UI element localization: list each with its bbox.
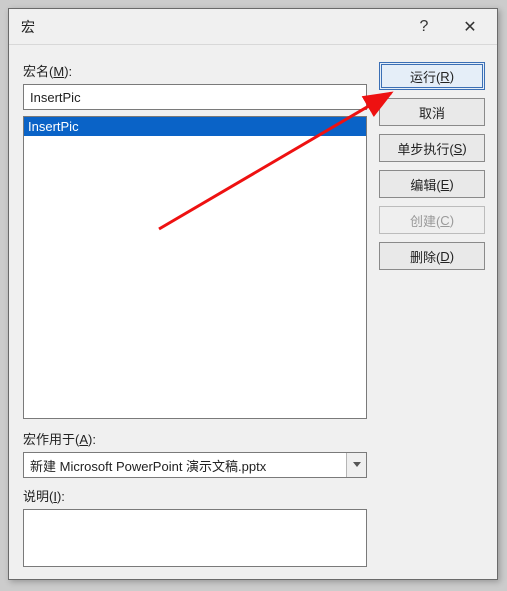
left-panel: 宏名(M): InsertPic 宏作用于(A): 新建 Microsoft P… xyxy=(23,61,367,567)
delete-button[interactable]: 删除(D) xyxy=(379,242,485,270)
description-box[interactable] xyxy=(23,509,367,567)
combo-dropdown-button[interactable] xyxy=(346,453,366,477)
title-bar: 宏 ? ✕ xyxy=(9,9,497,45)
close-icon: ✕ xyxy=(463,17,476,37)
step-into-button[interactable]: 单步执行(S) xyxy=(379,134,485,162)
chevron-down-icon xyxy=(353,462,361,468)
description-label: 说明(I): xyxy=(23,486,367,505)
macro-name-label: 宏名(M): xyxy=(23,61,367,80)
macro-scope-value: 新建 Microsoft PowerPoint 演示文稿.pptx xyxy=(24,456,346,475)
macro-scope-combo[interactable]: 新建 Microsoft PowerPoint 演示文稿.pptx xyxy=(23,452,367,478)
macro-listbox[interactable]: InsertPic xyxy=(23,116,367,419)
create-button: 创建(C) xyxy=(379,206,485,234)
macro-dialog: 宏 ? ✕ 宏名(M): InsertPic 宏作用于(A): 新建 Micro… xyxy=(8,8,498,580)
list-item[interactable]: InsertPic xyxy=(24,117,366,136)
run-button[interactable]: 运行(R) xyxy=(379,62,485,90)
dialog-title: 宏 xyxy=(21,17,401,37)
edit-button[interactable]: 编辑(E) xyxy=(379,170,485,198)
button-column: 运行(R) 取消 单步执行(S) 编辑(E) 创建(C) 删除(D) xyxy=(379,61,485,567)
cancel-button[interactable]: 取消 xyxy=(379,98,485,126)
help-button[interactable]: ? xyxy=(401,12,447,42)
dialog-body: 宏名(M): InsertPic 宏作用于(A): 新建 Microsoft P… xyxy=(9,45,497,579)
macro-name-input[interactable] xyxy=(23,84,367,110)
help-icon: ? xyxy=(420,18,429,36)
close-button[interactable]: ✕ xyxy=(447,12,493,42)
macro-scope-label: 宏作用于(A): xyxy=(23,429,367,448)
